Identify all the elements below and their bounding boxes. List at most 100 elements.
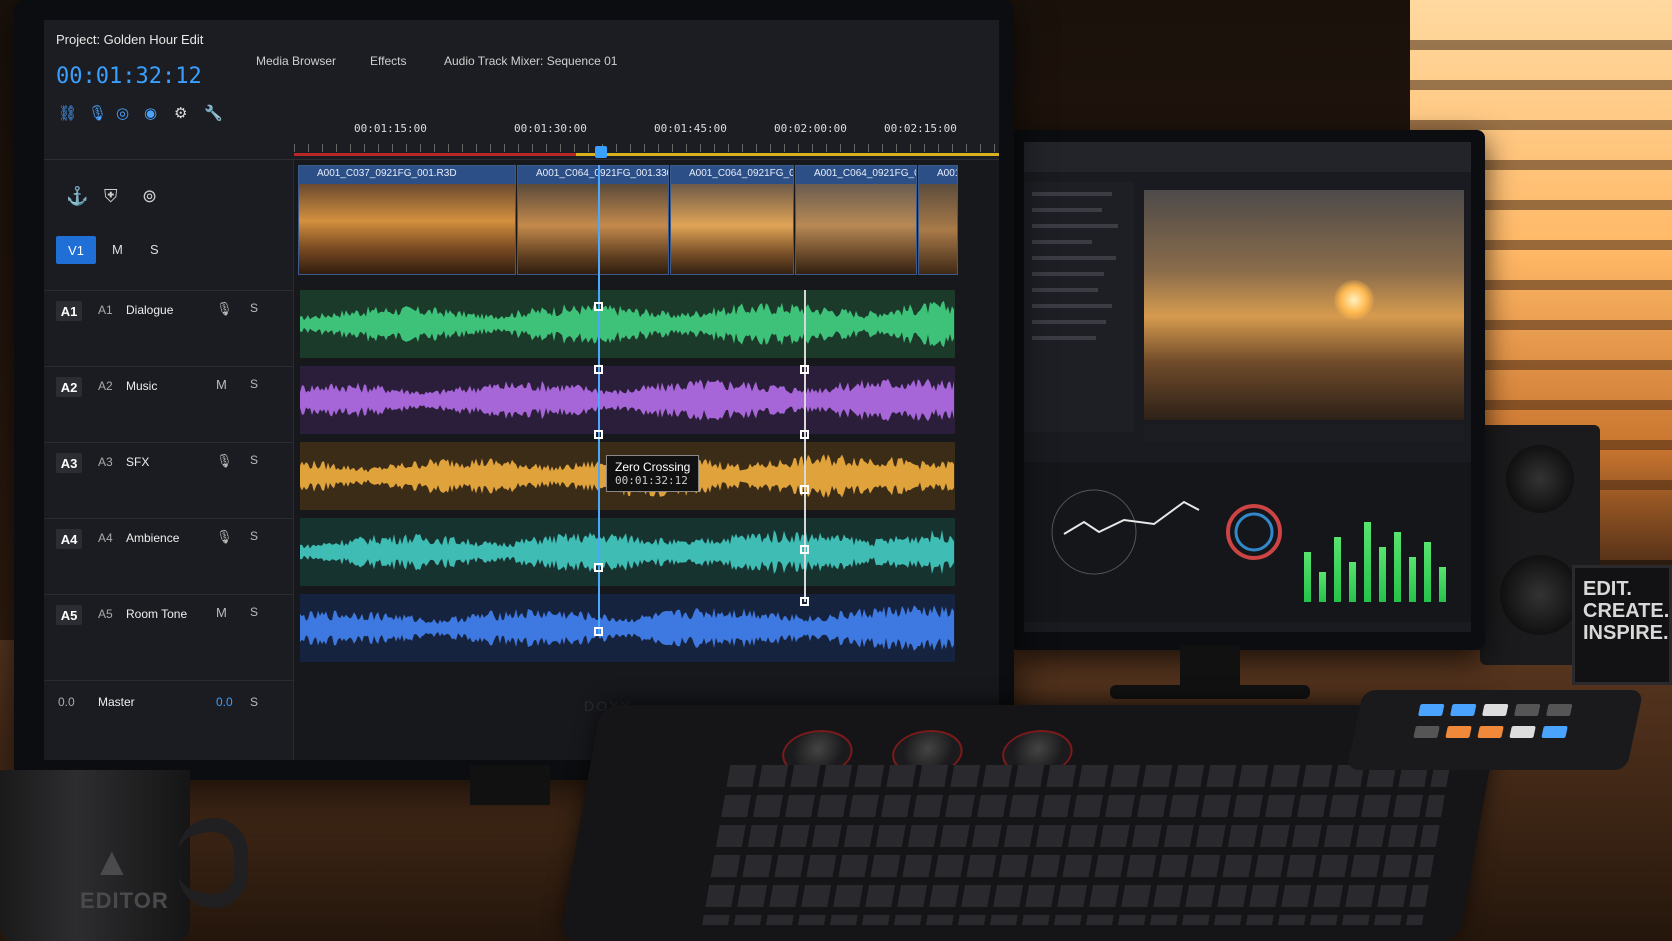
- playback-controls[interactable]: [1144, 424, 1464, 442]
- track-badge[interactable]: A2: [56, 377, 82, 397]
- project-item[interactable]: [1032, 272, 1104, 276]
- keyframe-handle[interactable]: [800, 365, 809, 374]
- controller-pad[interactable]: [1417, 704, 1445, 716]
- current-timecode[interactable]: 00:01:32:12: [56, 64, 202, 89]
- audio-track-header[interactable]: A1 A1 Dialogue 🎙 S: [44, 290, 294, 366]
- playhead-handle[interactable]: [595, 146, 607, 158]
- tab-effects[interactable]: Effects: [370, 54, 406, 68]
- program-monitor-preview[interactable]: [1144, 190, 1464, 420]
- audio-clip[interactable]: [300, 366, 955, 434]
- project-item[interactable]: [1032, 208, 1102, 212]
- master-pan[interactable]: 0.0: [58, 695, 75, 709]
- clip-thumbnail: [518, 184, 668, 274]
- master-volume[interactable]: 0.0: [216, 695, 233, 709]
- audio-track-header[interactable]: A4 A4 Ambience 🎙 S: [44, 518, 294, 594]
- mic-icon[interactable]: 🎙: [216, 301, 233, 317]
- link-icon[interactable]: ⛓: [58, 104, 77, 122]
- keyframe-handle[interactable]: [594, 627, 603, 636]
- project-item[interactable]: [1032, 320, 1106, 324]
- track-badge[interactable]: A4: [56, 529, 82, 549]
- sign-line: INSPIRE.: [1583, 622, 1669, 644]
- audio-track-header[interactable]: A3 A3 SFX 🎙 S: [44, 442, 294, 518]
- project-item[interactable]: [1032, 288, 1098, 292]
- waveform: [300, 529, 954, 575]
- wrench-icon[interactable]: 🔧: [204, 104, 223, 122]
- track-v1-badge[interactable]: V1: [56, 236, 96, 264]
- sync-lock-icon[interactable]: ⚓: [66, 186, 88, 207]
- mug-handle: [178, 818, 248, 908]
- tab-media-browser[interactable]: Media Browser: [256, 54, 336, 68]
- mute-button[interactable]: M: [216, 605, 227, 620]
- video-solo-button[interactable]: S: [150, 242, 159, 257]
- audio-track-header[interactable]: A5 A5 Room Tone M S: [44, 594, 294, 670]
- controller-pad[interactable]: [1513, 704, 1541, 716]
- solo-button[interactable]: S: [250, 453, 258, 467]
- keyframe-handle[interactable]: [594, 563, 603, 572]
- keyframe-handle[interactable]: [594, 302, 603, 311]
- controller-pad[interactable]: [1545, 704, 1573, 716]
- zero-crossing-tooltip: Zero Crossing 00:01:32:12: [606, 455, 700, 492]
- master-solo-button[interactable]: S: [250, 695, 258, 709]
- video-clip[interactable]: A001_C064_0921FG_001.330: [795, 165, 917, 275]
- motivational-sign: EDIT. CREATE. INSPIRE.: [1572, 565, 1672, 685]
- keyboard-keys[interactable]: [702, 765, 1451, 925]
- keyframe-handle[interactable]: [594, 365, 603, 374]
- work-area-bar[interactable]: [294, 153, 999, 156]
- keyframe-handle[interactable]: [800, 430, 809, 439]
- project-item[interactable]: [1032, 192, 1112, 196]
- controller-pad[interactable]: [1481, 704, 1509, 716]
- timeline-ruler[interactable]: 00:01:15:00 00:01:30:00 00:01:45:00 00:0…: [294, 120, 999, 160]
- lock-icon[interactable]: ⛨: [104, 186, 118, 207]
- keyframe-handle[interactable]: [800, 597, 809, 606]
- edit-point-line[interactable]: [804, 290, 806, 602]
- controller-pad[interactable]: [1413, 726, 1440, 738]
- audio-clip[interactable]: [300, 518, 955, 586]
- project-item[interactable]: [1032, 336, 1096, 340]
- solo-button[interactable]: S: [250, 529, 258, 543]
- video-clip[interactable]: A001_C064_0921FG_001.330: [517, 165, 669, 275]
- project-panel[interactable]: [1024, 182, 1134, 432]
- project-item[interactable]: [1032, 256, 1116, 260]
- controller-pad[interactable]: [1477, 726, 1504, 738]
- controller-pad[interactable]: [1541, 726, 1568, 738]
- target-icon[interactable]: ⊚: [142, 186, 157, 207]
- controller-pad[interactable]: [1449, 704, 1477, 716]
- video-clip[interactable]: A001_C037_0921FG_001.R3D: [298, 165, 516, 275]
- project-item[interactable]: [1032, 240, 1092, 244]
- mic-icon[interactable]: 🎙: [216, 453, 233, 469]
- keyframe-handle[interactable]: [800, 545, 809, 554]
- timeline-tracks[interactable]: A001_C037_0921FG_001.R3D A001_C064_0921F…: [294, 165, 999, 760]
- mute-button[interactable]: M: [216, 377, 227, 392]
- ruler-ticks: [294, 144, 999, 152]
- solo-button[interactable]: S: [250, 605, 258, 619]
- video-clip[interactable]: A001_C064: [918, 165, 958, 275]
- track-badge[interactable]: A3: [56, 453, 82, 473]
- track-badge[interactable]: A1: [56, 301, 82, 321]
- controller-pad[interactable]: [1509, 726, 1536, 738]
- mic-icon[interactable]: 🎙: [88, 104, 107, 122]
- speaker-tweeter: [1506, 445, 1574, 513]
- video-mute-button[interactable]: M: [112, 242, 123, 257]
- master-track-header[interactable]: 0.0 Master 0.0 S: [44, 680, 294, 740]
- keyframe-handle[interactable]: [594, 430, 603, 439]
- audio-meter: [1394, 532, 1401, 602]
- solo-button[interactable]: S: [250, 377, 258, 391]
- video-clip[interactable]: A001_C064_0921FG_001.330: [670, 165, 794, 275]
- audio-clip[interactable]: [300, 290, 955, 358]
- track-badge[interactable]: A5: [56, 605, 82, 625]
- snap-icon[interactable]: ◎: [116, 104, 129, 122]
- keyframe-handle[interactable]: [800, 485, 809, 494]
- tab-audio-track-mixer[interactable]: Audio Track Mixer: Sequence 01: [444, 54, 617, 68]
- clip-name: A001_C064: [919, 166, 957, 184]
- project-item[interactable]: [1032, 224, 1118, 228]
- solo-button[interactable]: S: [250, 301, 258, 315]
- mic-icon[interactable]: 🎙: [216, 529, 233, 545]
- video-track-v1[interactable]: A001_C037_0921FG_001.R3D A001_C064_0921F…: [298, 165, 958, 275]
- marker-icon[interactable]: ◉: [144, 104, 157, 122]
- ruler-label: 00:01:15:00: [354, 122, 427, 135]
- project-item[interactable]: [1032, 304, 1112, 308]
- audio-track-header[interactable]: A2 A2 Music M S: [44, 366, 294, 442]
- controller-pad[interactable]: [1445, 726, 1472, 738]
- audio-clip[interactable]: [300, 594, 955, 662]
- gear-icon[interactable]: ⚙: [174, 104, 187, 122]
